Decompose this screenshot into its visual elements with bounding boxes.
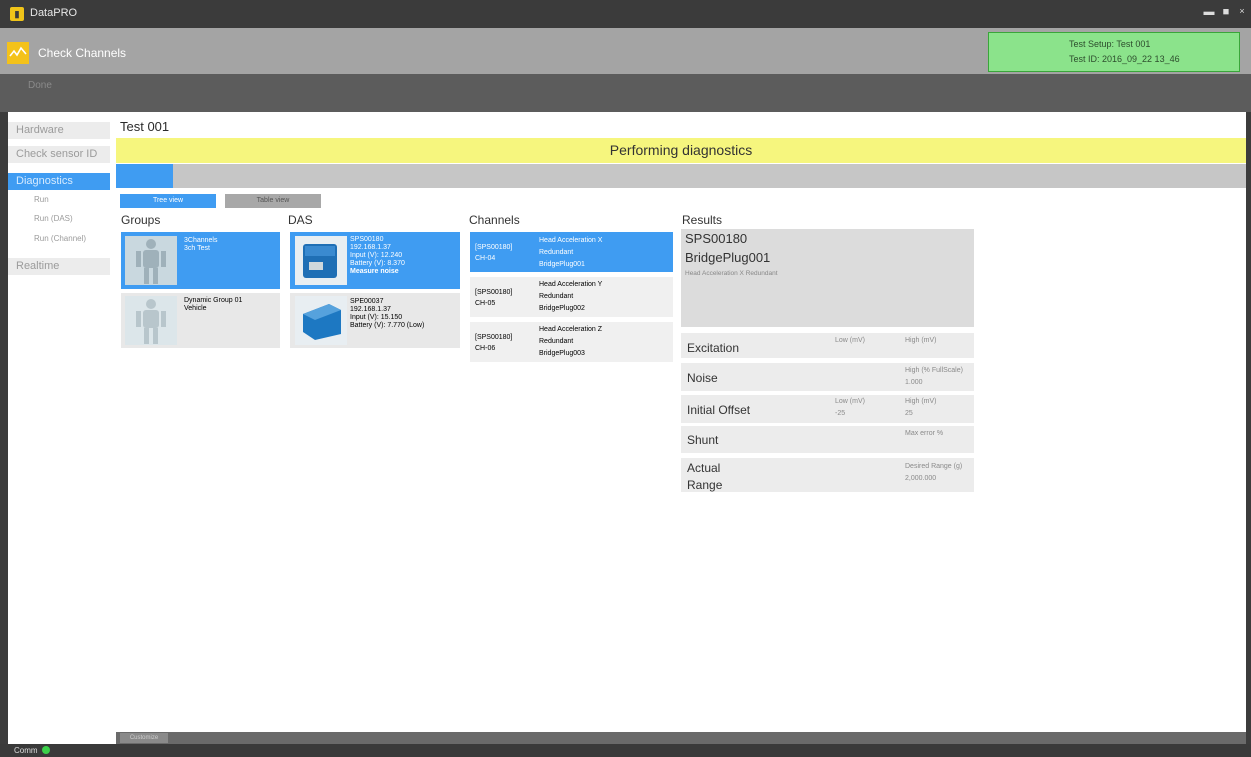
channel-mode: Redundant [539,249,574,256]
das-input-voltage: Input (V): 15.150 [350,314,403,321]
result-low-header: Low (mV) [835,337,865,344]
progress-bar [116,164,1246,188]
result-label: Actual [687,461,721,475]
channel-bridge: BridgePlug003 [539,350,585,357]
maximize-icon[interactable]: ■ [1220,6,1232,20]
result-high-value: 25 [905,410,913,417]
sidebar [8,112,116,744]
das-ip: 192.168.1.37 [350,244,391,251]
test-setup-label: Test Setup: Test 001 [1069,39,1151,49]
progress-fill [116,164,173,188]
channel-mode: Redundant [539,293,574,300]
sidebar-item-diagnostics[interactable]: Diagnostics [8,173,110,190]
channel-id: CH-04 [475,255,496,262]
tree-view-button[interactable]: Tree view [120,194,216,208]
channel-mode: Redundant [539,338,574,345]
das-device-icon [295,236,347,285]
table-view-button[interactable]: Table view [225,194,321,208]
customize-button[interactable]: Customize [120,733,168,743]
das-ip: 192.168.1.37 [350,306,391,313]
result-high-header: High (mV) [905,398,937,405]
results-serial: SPS00180 [685,231,748,246]
result-low-value: -25 [835,410,846,417]
result-label: Noise [687,371,718,385]
page-title: Test 001 [120,119,170,134]
bottom-bar [116,732,1246,744]
group-name: 3Channels [184,237,218,244]
channel-name: Head Acceleration Z [539,326,603,333]
result-label: Initial Offset [687,403,751,417]
das-serial: SPS00180 [350,236,384,243]
channel-name: Head Acceleration X [539,237,603,244]
status-banner: Performing diagnostics [116,138,1246,163]
sidebar-item-hardware[interactable]: Hardware [8,122,110,139]
sidebar-item-check-sensor-id[interactable]: Check sensor ID [8,146,110,163]
sidebar-item-realtime[interactable]: Realtime [8,258,110,275]
close-icon[interactable]: × [1236,6,1248,20]
title-bar [0,0,1251,28]
channels-heading: Channels [469,213,520,227]
result-high-header: Desired Range (g) [905,463,963,470]
result-high-header: High (% FullScale) [905,367,963,374]
sidebar-subitem-run-das[interactable]: Run (DAS) [34,214,73,223]
result-high-value: 1.000 [905,379,923,386]
mode-title: Check Channels [38,46,127,60]
check-channels-icon [7,42,29,64]
result-label: Shunt [687,433,719,447]
group-desc: Vehicle [184,305,207,312]
das-battery-voltage: Battery (V): 8.370 [350,260,405,267]
test-info-panel: Test Setup: Test 001 Test ID: 2016_09_22… [988,32,1240,72]
app-title: DataPRO [30,7,78,19]
das-heading: DAS [288,213,313,227]
group-name: Dynamic Group 01 [184,297,243,304]
das-battery-voltage: Battery (V): 7.770 (Low) [350,322,425,329]
test-id-label: Test ID: 2016_09_22 13_46 [1069,54,1180,64]
status-bar [0,744,1251,757]
done-button[interactable]: Done [28,80,52,91]
results-bridge: BridgePlug001 [685,250,771,265]
comm-status-icon [42,746,50,754]
channel-das: [SPS00180] [475,244,513,251]
datapro-logo-icon: ▮ [10,7,24,21]
das-input-voltage: Input (V): 12.240 [350,252,403,259]
channel-das: [SPS00180] [475,334,513,341]
group-desc: 3ch Test [184,245,210,252]
result-label-line2: Range [687,478,723,492]
minimize-icon[interactable]: ▬ [1203,6,1215,20]
comm-label: Comm [14,746,38,755]
result-low-header: Low (mV) [835,398,865,405]
results-heading: Results [682,213,723,227]
toolbar [0,74,1251,112]
sidebar-subitem-run-channel[interactable]: Run (Channel) [34,234,86,243]
channel-name: Head Acceleration Y [539,281,603,288]
das-device-icon [295,296,347,345]
results-description: Head Acceleration X Redundant [685,270,778,277]
sidebar-subitem-run[interactable]: Run [34,195,49,204]
channel-bridge: BridgePlug002 [539,305,585,312]
channel-bridge: BridgePlug001 [539,261,585,268]
das-action-status: Measure noise [350,268,399,275]
das-serial: SPE00037 [350,298,384,305]
dummy-figure-icon [125,296,177,345]
result-high-value: 2,000.000 [905,475,937,482]
groups-heading: Groups [121,213,161,227]
result-high-header: Max error % [905,430,944,437]
channel-das: [SPS00180] [475,289,513,296]
result-high-header: High (mV) [905,337,937,344]
channel-id: CH-06 [475,345,496,352]
dummy-figure-icon [125,236,177,285]
result-label: Excitation [687,341,740,355]
channel-id: CH-05 [475,300,496,307]
